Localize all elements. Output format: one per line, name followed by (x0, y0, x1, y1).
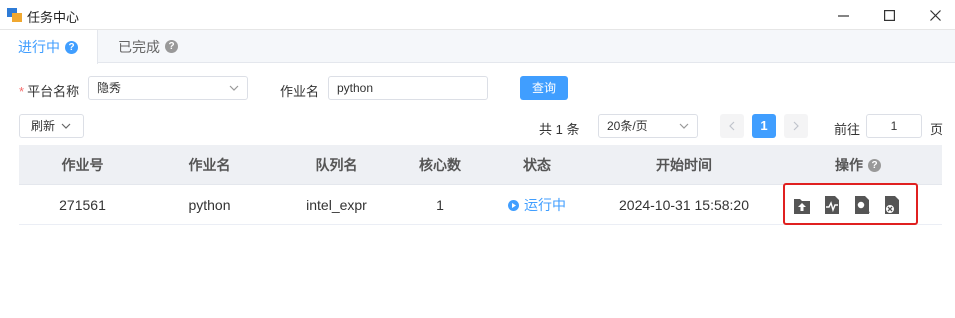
platform-value: 隐秀 (97, 81, 122, 95)
app-icon (7, 8, 22, 22)
cores-cell: 1 (436, 197, 444, 213)
column-header: 开始时间 (656, 157, 712, 173)
help-icon[interactable]: ? (165, 40, 178, 53)
job-id-cell: 271561 (59, 197, 106, 213)
minimize-button[interactable] (820, 0, 866, 30)
maximize-icon (883, 9, 895, 21)
column-header: 核心数 (419, 157, 461, 173)
inspect-icon[interactable] (853, 195, 871, 215)
job-name-cell: python (188, 197, 231, 213)
chevron-down-icon (61, 123, 71, 129)
page-number-current[interactable]: 1 (752, 114, 776, 138)
status-cell: 运行中 (480, 185, 594, 225)
chevron-down-icon (679, 123, 689, 129)
help-icon[interactable]: ? (65, 40, 78, 54)
window-title: 任务中心 (27, 10, 80, 25)
required-mark: * (19, 84, 25, 99)
tab-label: 进行中 (18, 39, 60, 55)
platform-select[interactable]: 隐秀 (88, 76, 248, 100)
goto-label: 前往 (834, 122, 861, 137)
minimize-icon (837, 14, 849, 17)
column-header: 作业名 (188, 157, 231, 173)
title-bar: 任务中心 (0, 0, 955, 30)
column-header: 状态 (523, 157, 551, 173)
monitor-icon[interactable] (823, 195, 841, 215)
prev-page-button[interactable] (720, 114, 744, 138)
tab-bar: 进行中 ? 已完成 ? (0, 30, 955, 64)
close-button[interactable] (912, 0, 955, 30)
job-name-value: python (337, 81, 374, 95)
query-button[interactable]: 查询 (520, 76, 568, 100)
status-badge: 运行中 (508, 195, 566, 215)
refresh-label: 刷新 (31, 119, 56, 133)
platform-label: * 平台名称 (19, 84, 80, 99)
start-time-cell: 2024-10-31 15:58:20 (619, 197, 749, 213)
help-icon[interactable]: ? (868, 158, 881, 172)
running-icon (508, 199, 519, 211)
column-header: 队列名 (315, 157, 358, 173)
column-header: 作业号 (61, 157, 104, 173)
page-suffix: 页 (930, 122, 944, 137)
page-size-value: 20条/页 (607, 119, 648, 133)
column-header-actions: 操作 ? (774, 145, 942, 185)
tab-label: 已完成 (118, 38, 160, 55)
total-count: 共 1 条 (539, 122, 580, 137)
table-header: 作业号 作业名 队列名 核心数 状态 开始时间 操作 ? (19, 145, 942, 185)
job-name-label: 作业名 (280, 84, 320, 99)
upload-icon[interactable] (793, 195, 811, 215)
cancel-icon[interactable] (883, 195, 901, 215)
refresh-dropdown[interactable]: 刷新 (19, 114, 84, 138)
queue-cell: intel_expr (306, 197, 367, 213)
job-name-input[interactable]: python (328, 76, 488, 100)
tab-in-progress[interactable]: 进行中 ? (0, 30, 98, 64)
next-page-button[interactable] (784, 114, 808, 138)
chevron-right-icon (793, 121, 799, 131)
maximize-button[interactable] (866, 0, 912, 30)
tab-completed[interactable]: 已完成 ? (100, 30, 196, 63)
close-icon (929, 9, 941, 21)
goto-page-input[interactable]: 1 (866, 114, 922, 138)
chevron-down-icon (229, 85, 239, 91)
page-size-select[interactable]: 20条/页 (598, 114, 698, 138)
chevron-left-icon (729, 121, 735, 131)
